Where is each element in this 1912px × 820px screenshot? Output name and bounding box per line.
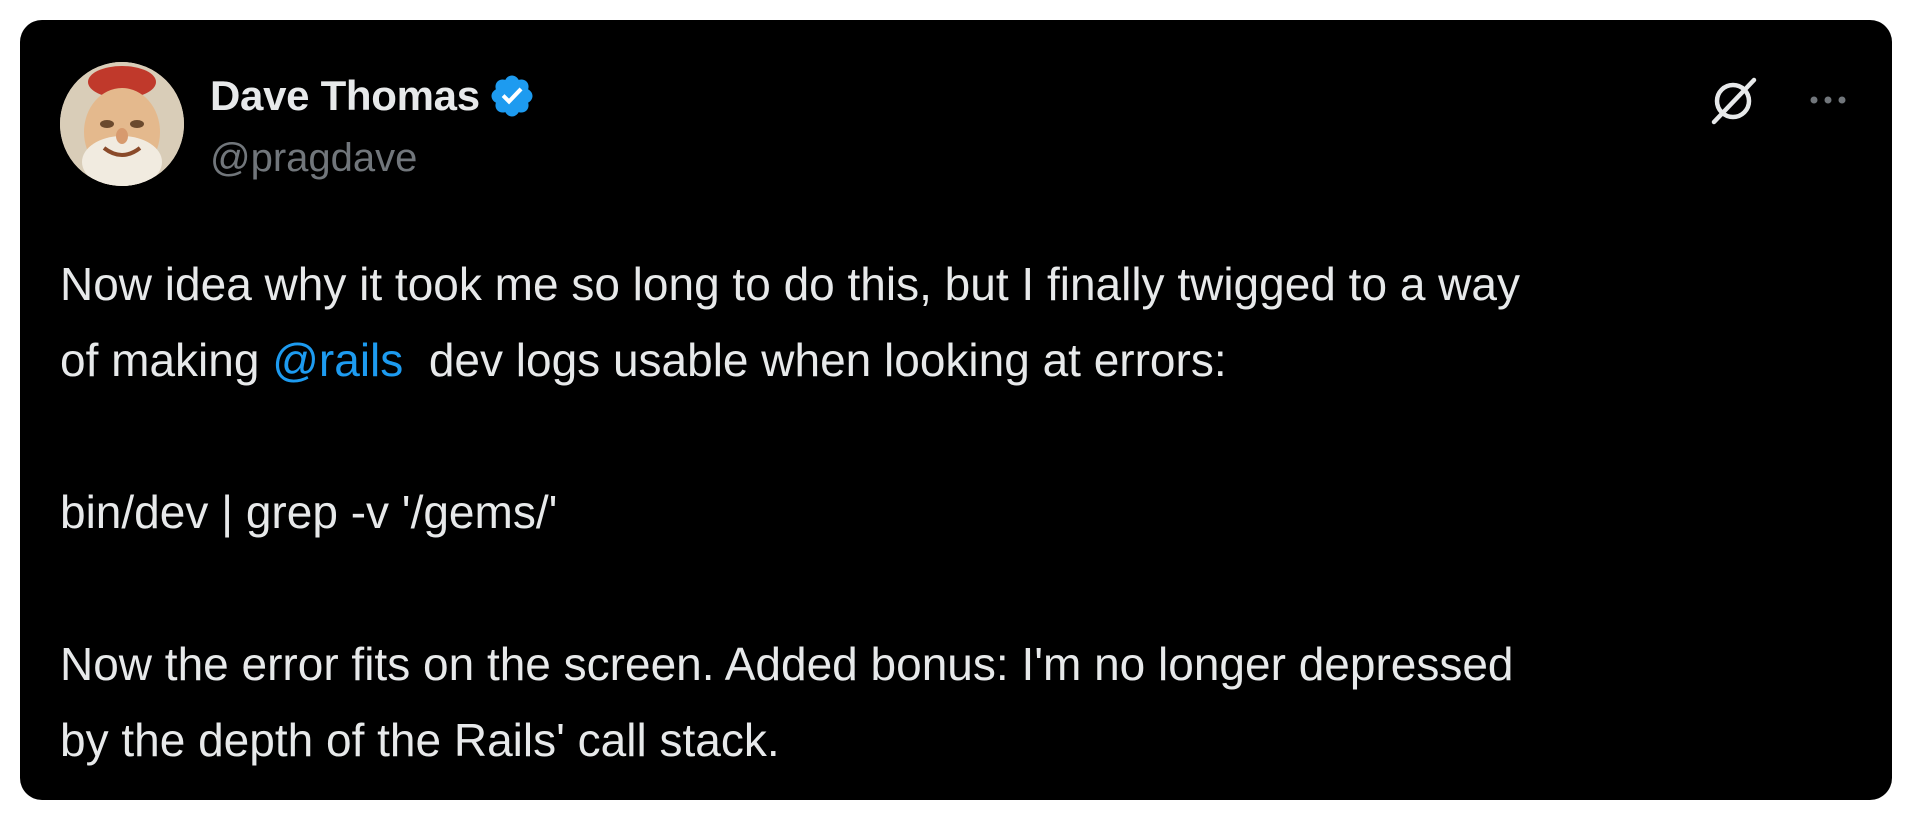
command-text: bin/dev | grep -v '/gems/': [60, 486, 558, 538]
top-actions: [1706, 72, 1850, 128]
tweet-text-segment: of making: [60, 334, 273, 386]
tweet-line: Now the error fits on the screen. Added …: [60, 626, 1860, 702]
grok-icon[interactable]: [1706, 72, 1762, 128]
tweet-text: Now idea why it took me so long to do th…: [60, 246, 1860, 778]
tweet-card[interactable]: Dave Thomas @pragdave Now idea why it to…: [20, 20, 1892, 800]
tweet-text-segment: by the depth of the Rails' call stack.: [60, 714, 780, 766]
tweet-line: by the depth of the Rails' call stack.: [60, 702, 1860, 778]
avatar[interactable]: [60, 62, 184, 186]
display-name[interactable]: Dave Thomas: [210, 72, 480, 120]
handle[interactable]: @pragdave: [210, 136, 536, 181]
mention-link[interactable]: @rails: [272, 334, 403, 386]
tweet-line: Now idea why it took me so long to do th…: [60, 246, 1860, 322]
tweet-command: bin/dev | grep -v '/gems/': [60, 474, 1860, 550]
name-row: Dave Thomas: [210, 70, 536, 122]
verified-badge-icon: [488, 72, 536, 120]
tweet-text-segment: Now the error fits on the screen. Added …: [60, 638, 1514, 690]
author-block: Dave Thomas @pragdave: [210, 70, 536, 181]
avatar-image: [60, 62, 184, 186]
tweet-line: of making @rails dev logs usable when lo…: [60, 322, 1860, 398]
more-options-icon[interactable]: [1806, 78, 1850, 122]
tweet-text-segment: dev logs usable when looking at errors:: [403, 334, 1227, 386]
tweet-text-segment: Now idea why it took me so long to do th…: [60, 258, 1520, 310]
